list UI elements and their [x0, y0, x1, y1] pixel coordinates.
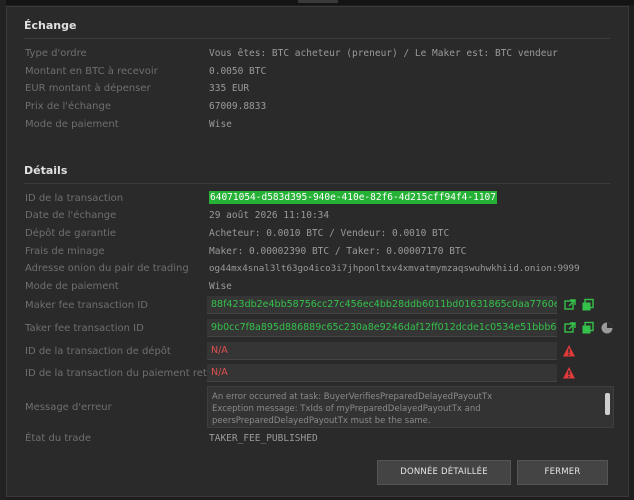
- error-line: Exception message: TxIds of myPreparedDe…: [212, 404, 481, 414]
- order-type-value: Vous êtes: BTC acheteur (preneur) / Le M…: [209, 48, 558, 59]
- mining-fee-label: Frais de minage: [25, 246, 105, 257]
- warning-icon: [563, 367, 575, 379]
- maker-fee-tx-field[interactable]: 88f423db2e4bb58756cc27c456ec4bb28ddb6011…: [207, 296, 557, 314]
- trade-id-label: ID de la transaction: [25, 193, 124, 204]
- security-deposit-label: Dépôt de garantie: [25, 228, 117, 239]
- trade-id-value[interactable]: 64071054-d583d395-940e-410e-82f6-4d215cf…: [209, 191, 497, 204]
- loading-icon: [601, 322, 613, 334]
- taker-fee-tx-label: Taker fee transaction ID: [25, 323, 144, 334]
- details-title: Détails: [24, 164, 68, 177]
- trade-date-label: Date de l'échange: [25, 210, 117, 221]
- trade-state-value: TAKER_FEE_PUBLISHED: [209, 433, 318, 444]
- payment-method-value: Wise: [209, 119, 232, 130]
- mining-fee-value: Maker: 0.00002390 BTC / Taker: 0.0000717…: [209, 246, 467, 257]
- details-divider: [24, 183, 610, 184]
- security-deposit-value: Acheteur: 0.0010 BTC / Vendeur: 0.0010 B…: [209, 228, 450, 239]
- external-link-icon[interactable]: [563, 298, 577, 312]
- btc-amount-label: Montant en BTC à recevoir: [25, 66, 158, 77]
- details-payment-method-label: Mode de paiement: [25, 281, 119, 292]
- warning-icon: [563, 345, 575, 357]
- onion-address-label: Adresse onion du pair de trading: [25, 263, 189, 274]
- delayed-payout-tx-label: ID de la transaction du paiement retardé: [25, 368, 230, 379]
- onion-address-value: og44mx4snal3lt63go4ico3i7jhponltxv4xmvat…: [209, 263, 580, 274]
- maker-fee-tx-label: Maker fee transaction ID: [25, 300, 148, 311]
- error-message-textarea[interactable]: An error occurred at task: BuyerVerifies…: [207, 386, 614, 428]
- deposit-tx-field[interactable]: N/A: [207, 342, 557, 360]
- trade-price-label: Prix de l'échange: [25, 101, 112, 112]
- trade-state-label: État du trade: [25, 433, 91, 444]
- payment-method-label: Mode de paiement: [25, 119, 119, 130]
- eur-amount-value: 335 EUR: [209, 83, 250, 94]
- error-line: peersPreparedDelayedPayoutTx must be the…: [212, 416, 431, 426]
- trade-date-value: 29 août 2026 11:10:34: [209, 210, 330, 221]
- error-message-label: Message d'erreur: [25, 402, 112, 413]
- deposit-tx-label: ID de la transaction de dépôt: [25, 346, 171, 357]
- copy-icon[interactable]: [581, 321, 595, 335]
- close-button[interactable]: FERMER: [517, 460, 608, 485]
- exchange-title: Échange: [24, 19, 77, 32]
- btc-amount-value: 0.0050 BTC: [209, 66, 267, 77]
- order-type-label: Type d'ordre: [25, 48, 87, 59]
- error-scrollbar[interactable]: [605, 393, 610, 415]
- error-line: An error occurred at task: BuyerVerifies…: [212, 392, 493, 402]
- trade-price-value: 67009.8833: [209, 101, 267, 112]
- details-payment-method-value: Wise: [209, 281, 232, 292]
- trade-id-selected-text[interactable]: 64071054-d583d395-940e-410e-82f6-4d215cf…: [209, 191, 497, 204]
- eur-amount-label: EUR montant à dépenser: [25, 83, 151, 94]
- delayed-payout-tx-field[interactable]: N/A: [207, 364, 557, 382]
- external-link-icon[interactable]: [563, 321, 577, 335]
- taker-fee-tx-field[interactable]: 9b0cc7f8a895d886889c65c230a8e9246daf12ff…: [207, 319, 557, 337]
- detailed-data-button[interactable]: DONNÉE DÉTAILLÉE: [377, 460, 511, 485]
- window-title-stub: [298, 0, 338, 3]
- exchange-divider: [24, 38, 610, 39]
- copy-icon[interactable]: [581, 298, 595, 312]
